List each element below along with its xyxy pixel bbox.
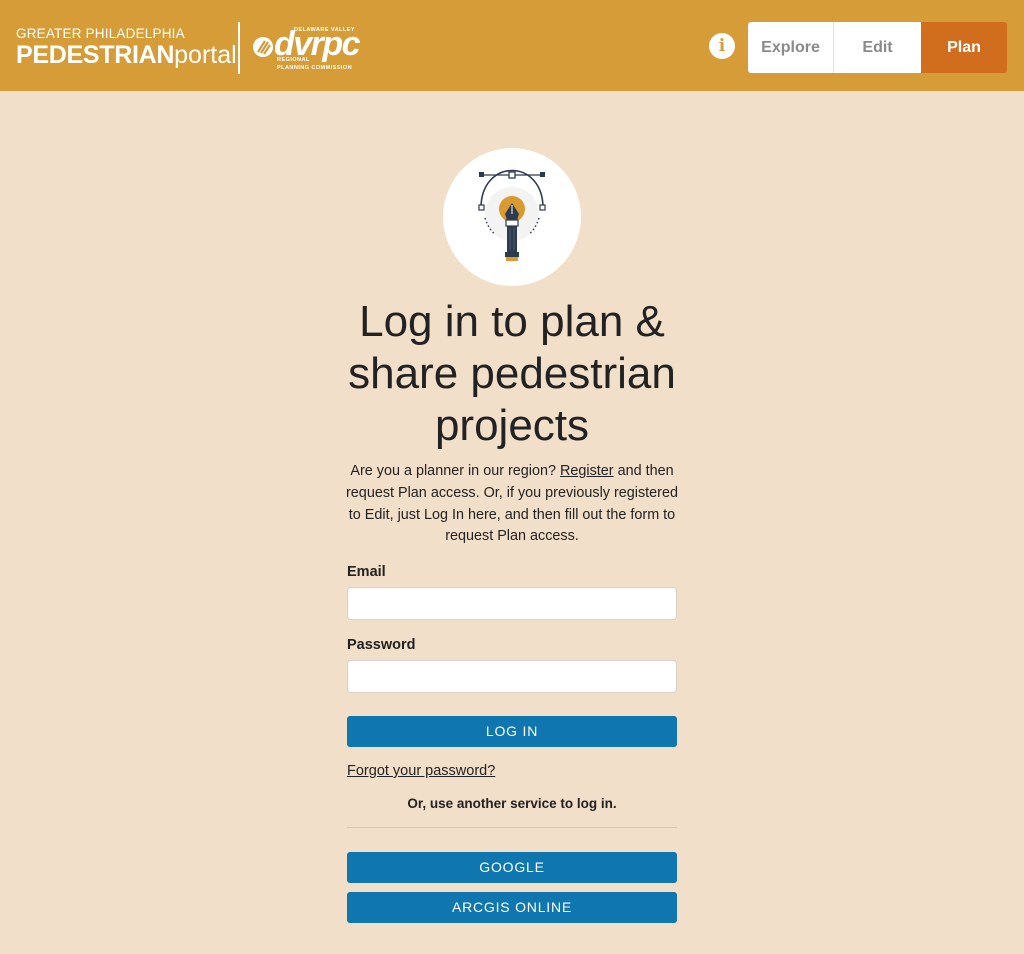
brand-name-light: portal [174, 41, 237, 69]
description-text-1: Are you a planner in our region? [350, 463, 560, 479]
register-link[interactable]: Register [560, 463, 614, 479]
google-login-button[interactable]: GOOGLE [347, 852, 677, 883]
brand-region: GREATER PHILADELPHIA [16, 26, 185, 41]
email-field[interactable] [347, 587, 677, 620]
dvrpc-line-1: DELAWARE VALLEY [294, 27, 355, 33]
brand-name-bold: PEDESTRIAN [16, 41, 175, 69]
login-button[interactable]: LOG IN [347, 716, 677, 747]
arcgis-login-button[interactable]: ARCGIS ONLINE [347, 892, 677, 923]
password-label: Password [347, 637, 416, 653]
password-field[interactable] [347, 660, 677, 693]
portal-logo[interactable]: GREATER PHILADELPHIA PEDESTRIANportal [16, 26, 237, 69]
tab-edit[interactable]: Edit [834, 22, 921, 73]
tab-plan[interactable]: Plan [921, 22, 1007, 73]
login-description: Are you a planner in our region? Registe… [340, 461, 684, 548]
tab-explore[interactable]: Explore [748, 22, 834, 73]
dvrpc-logo[interactable]: dvrpc DELAWARE VALLEY REGIONAL PLANNING … [252, 26, 362, 74]
info-icon[interactable]: i [709, 33, 735, 59]
hero-badge [443, 148, 581, 286]
forgot-password-link[interactable]: Forgot your password? [347, 763, 495, 779]
top-header: GREATER PHILADELPHIA PEDESTRIANportal dv… [0, 0, 1024, 91]
main-nav: Explore Edit Plan [748, 22, 1007, 73]
email-label: Email [347, 564, 386, 580]
divider [347, 827, 677, 828]
dvrpc-line-3: PLANNING COMMISSION [277, 65, 353, 71]
logo-divider [238, 22, 240, 74]
dvrpc-line-2: REGIONAL [277, 57, 310, 63]
page-title: Log in to plan & share pedestrian projec… [348, 297, 676, 450]
brand-name: PEDESTRIANportal [16, 42, 237, 68]
alt-login-text: Or, use another service to log in. [407, 796, 617, 811]
pen-tool-icon [478, 169, 546, 261]
dvrpc-logo-icon [253, 37, 273, 57]
